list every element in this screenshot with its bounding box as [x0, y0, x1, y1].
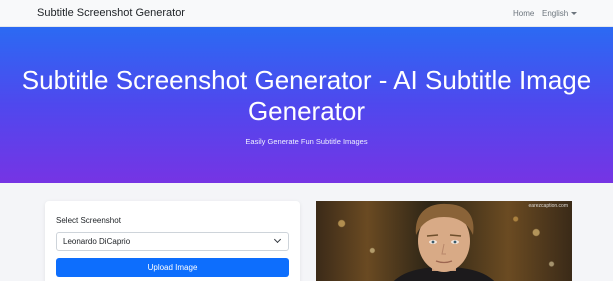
screenshot-select[interactable]: Leonardo DiCaprio	[56, 232, 289, 251]
caret-down-icon[interactable]	[571, 12, 577, 15]
nav-home-link[interactable]: Home	[513, 9, 534, 18]
upload-image-button[interactable]: Upload Image	[56, 258, 289, 277]
generator-form-card: Select Screenshot Leonardo DiCaprio Uplo…	[45, 201, 300, 281]
watermark-text: earezcaption.com	[528, 203, 568, 209]
screenshot-select-value: Leonardo DiCaprio	[63, 237, 131, 246]
chevron-down-icon	[273, 235, 282, 244]
portrait-illustration	[393, 203, 495, 281]
navbar: Subtitle Screenshot Generator Home Engli…	[0, 0, 613, 27]
page-title: Subtitle Screenshot Generator - AI Subti…	[21, 65, 592, 126]
brand-link[interactable]: Subtitle Screenshot Generator	[37, 7, 185, 19]
hero-banner: Subtitle Screenshot Generator - AI Subti…	[0, 27, 613, 183]
select-screenshot-label: Select Screenshot	[56, 216, 121, 225]
language-dropdown[interactable]: English	[542, 9, 568, 18]
page-subtitle: Easily Generate Fun Subtitle Images	[245, 137, 368, 146]
screenshot-preview-image: earezcaption.com	[316, 201, 572, 281]
